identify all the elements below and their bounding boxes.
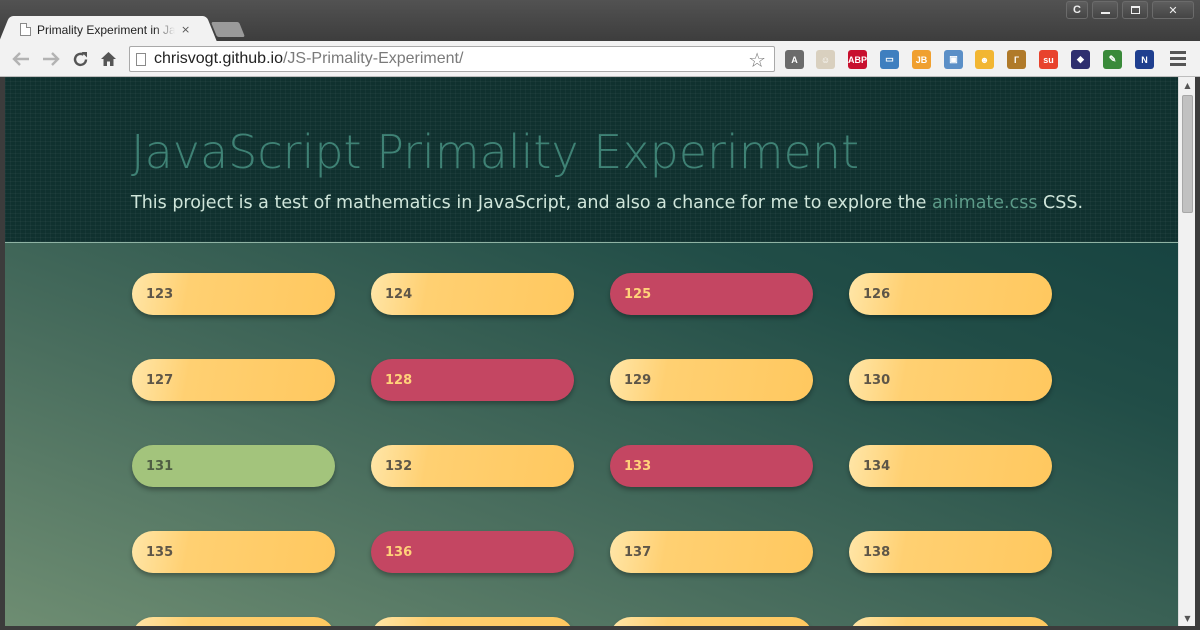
subtitle-text: This project is a test of mathematics in… bbox=[131, 193, 932, 213]
page-icon bbox=[20, 23, 31, 36]
number-pill[interactable]: 128 bbox=[371, 359, 574, 401]
scrollbar-thumb[interactable] bbox=[1182, 95, 1193, 213]
window-titlebar: Primality Experiment in Ja × C ✕ bbox=[0, 0, 1200, 43]
maximize-button[interactable] bbox=[1122, 1, 1148, 19]
scroll-up-arrow-icon[interactable]: ▲ bbox=[1179, 77, 1196, 93]
browser-toolbar: chrisvogt.github.io/JS-Primality-Experim… bbox=[0, 41, 1200, 77]
number-label: 124 bbox=[385, 286, 413, 302]
number-pill[interactable]: 129 bbox=[610, 359, 813, 401]
url-path: /JS-Primality-Experiment/ bbox=[282, 50, 464, 67]
maximize-icon bbox=[1130, 6, 1140, 14]
folder-icon[interactable]: ▭ bbox=[880, 50, 899, 69]
scroll-down-arrow-icon[interactable]: ▼ bbox=[1179, 610, 1196, 626]
window-controls: C ✕ bbox=[1066, 1, 1194, 19]
eyedropper-icon[interactable]: ✎ bbox=[1103, 50, 1122, 69]
menu-bar-3 bbox=[1170, 63, 1186, 66]
page-title: JavaScript Primality Experiment bbox=[131, 125, 860, 179]
number-pill[interactable]: 124 bbox=[371, 273, 574, 315]
number-label: 132 bbox=[385, 458, 413, 474]
number-pill[interactable] bbox=[610, 617, 813, 626]
chrome-menu-button[interactable] bbox=[1170, 51, 1186, 67]
number-label: 133 bbox=[624, 458, 652, 474]
minimize-icon bbox=[1100, 12, 1110, 14]
vertical-scrollbar[interactable]: ▲ ▼ bbox=[1178, 77, 1195, 626]
number-pill[interactable] bbox=[132, 617, 335, 626]
number-pill[interactable]: 123 bbox=[132, 273, 335, 315]
number-pill[interactable] bbox=[371, 617, 574, 626]
number-pill[interactable]: 133 bbox=[610, 445, 813, 487]
window-icon[interactable]: ▣ bbox=[944, 50, 963, 69]
number-label: 137 bbox=[624, 544, 652, 560]
tab-title[interactable]: Primality Experiment in Ja bbox=[37, 23, 175, 37]
arrow-right-icon bbox=[43, 52, 60, 66]
page-header: JavaScript Primality Experiment This pro… bbox=[5, 77, 1178, 243]
bookmark-star-icon[interactable]: ☆ bbox=[748, 48, 766, 72]
number-label: 129 bbox=[624, 372, 652, 388]
window-frame-right bbox=[1195, 77, 1200, 630]
number-label: 131 bbox=[146, 458, 174, 474]
ruler-icon[interactable]: Г bbox=[1007, 50, 1026, 69]
window-frame-bottom bbox=[0, 626, 1200, 630]
home-icon bbox=[100, 52, 116, 66]
face-icon[interactable]: ☺ bbox=[816, 50, 835, 69]
browser-tab[interactable]: Primality Experiment in Ja × bbox=[10, 16, 206, 43]
number-grid: 123 124 125 126 127 128 129 130 131 132 133 134 135 1… bbox=[132, 273, 1052, 626]
back-button[interactable] bbox=[10, 48, 32, 70]
number-pill[interactable]: 125 bbox=[610, 273, 813, 315]
number-label: 135 bbox=[146, 544, 174, 560]
minimize-button[interactable] bbox=[1092, 1, 1118, 19]
stumbleupon-icon[interactable]: su bbox=[1039, 50, 1058, 69]
adblock-icon[interactable]: ABP bbox=[848, 50, 867, 69]
reload-button[interactable] bbox=[69, 48, 91, 70]
jetbrains-icon[interactable]: JB bbox=[912, 50, 931, 69]
page-subtitle: This project is a test of mathematics in… bbox=[131, 193, 1083, 213]
address-bar[interactable]: chrisvogt.github.io/JS-Primality-Experim… bbox=[129, 46, 775, 72]
page-info-icon[interactable] bbox=[136, 52, 146, 66]
selection-icon[interactable]: N bbox=[1135, 50, 1154, 69]
emoji-icon[interactable]: ☻ bbox=[975, 50, 994, 69]
number-pill[interactable]: 136 bbox=[371, 531, 574, 573]
home-button[interactable] bbox=[97, 48, 119, 70]
forward-button[interactable] bbox=[40, 48, 62, 70]
arrow-left-icon bbox=[12, 52, 29, 66]
number-label: 123 bbox=[146, 286, 174, 302]
url-host: chrisvogt.github.io bbox=[154, 50, 283, 67]
tab-close-icon[interactable]: × bbox=[181, 23, 190, 36]
number-label: 128 bbox=[385, 372, 413, 388]
number-pill[interactable]: 131 bbox=[132, 445, 335, 487]
number-pill[interactable]: 138 bbox=[849, 531, 1052, 573]
menu-bar-2 bbox=[1170, 57, 1186, 60]
number-label: 134 bbox=[863, 458, 891, 474]
number-pill[interactable] bbox=[849, 617, 1052, 626]
number-pill[interactable]: 127 bbox=[132, 359, 335, 401]
number-label: 130 bbox=[863, 372, 891, 388]
number-pill[interactable]: 135 bbox=[132, 531, 335, 573]
subtitle-end: CSS. bbox=[1037, 193, 1084, 213]
menu-bar-1 bbox=[1170, 51, 1186, 54]
window-frame-left bbox=[0, 77, 5, 630]
new-tab-button[interactable] bbox=[210, 22, 246, 37]
reload-icon bbox=[73, 51, 87, 66]
close-window-button[interactable]: ✕ bbox=[1152, 1, 1194, 19]
user-profile-button[interactable]: C bbox=[1066, 1, 1088, 19]
number-label: 127 bbox=[146, 372, 174, 388]
number-label: 136 bbox=[385, 544, 413, 560]
number-pill[interactable]: 137 bbox=[610, 531, 813, 573]
animate-css-link[interactable]: animate.css bbox=[932, 193, 1038, 213]
colorpick-icon[interactable]: ◆ bbox=[1071, 50, 1090, 69]
number-pill[interactable]: 130 bbox=[849, 359, 1052, 401]
number-label: 138 bbox=[863, 544, 891, 560]
number-label: 125 bbox=[624, 286, 652, 302]
number-label: 126 bbox=[863, 286, 891, 302]
page-viewport: JavaScript Primality Experiment This pro… bbox=[5, 77, 1178, 626]
angular-icon[interactable]: A bbox=[785, 50, 804, 69]
number-pill[interactable]: 126 bbox=[849, 273, 1052, 315]
number-pill[interactable]: 134 bbox=[849, 445, 1052, 487]
number-pill[interactable]: 132 bbox=[371, 445, 574, 487]
